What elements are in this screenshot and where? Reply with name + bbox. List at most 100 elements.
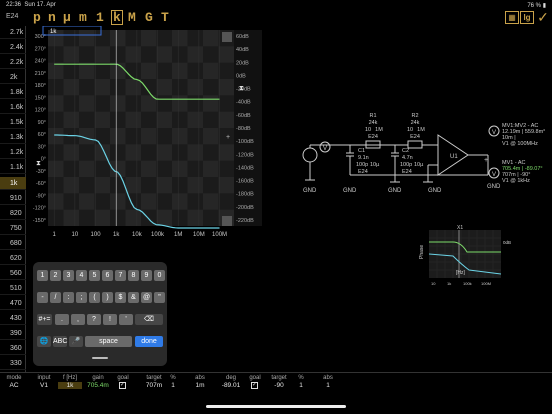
key-symbol[interactable]: ?	[87, 314, 101, 325]
home-indicator[interactable]	[206, 405, 346, 408]
phase-marker-icon[interactable]: ⧗	[36, 160, 41, 167]
bode-chart[interactable]: 300° 270° 240° 210° 180° 150° 120° 90° 60° 30° 0° -…	[26, 25, 264, 246]
key-backspace[interactable]: ⌫	[135, 314, 163, 325]
prefix-unit[interactable]: 1	[96, 10, 104, 25]
value-item[interactable]: 750	[0, 222, 26, 235]
value-item[interactable]: 2k	[0, 71, 26, 85]
resize-handle-icon[interactable]	[222, 216, 232, 226]
mini-bode-chart[interactable]: Phase X1 [Hz] 0dB 10 1k 100k 100M	[415, 224, 515, 294]
prefix-giga[interactable]: G	[145, 10, 153, 25]
value-item[interactable]: 510	[0, 282, 26, 295]
keyboard-grid-icon[interactable]: ▦	[505, 11, 519, 24]
abc-key[interactable]: ABC	[53, 336, 67, 347]
pin-icon[interactable]	[222, 32, 232, 42]
value-item[interactable]: 820	[0, 207, 26, 220]
mini-plot-svg[interactable]: Phase X1 [Hz] 0dB 10 1k 100k 100M	[415, 224, 515, 294]
key-symbol[interactable]: :	[63, 292, 74, 303]
prefix-pico[interactable]: p	[33, 10, 41, 25]
value-item[interactable]: 2.7k	[0, 26, 26, 39]
key-symbol[interactable]: &	[128, 292, 139, 303]
value-item[interactable]: 1.2k	[0, 146, 26, 160]
value-item[interactable]: 390	[0, 327, 26, 340]
key-digit[interactable]: 7	[115, 270, 126, 281]
value-target[interactable]: 707m	[142, 382, 166, 389]
key-digit[interactable]: 5	[89, 270, 100, 281]
key-digit[interactable]: 6	[102, 270, 113, 281]
key-digit[interactable]: 8	[128, 270, 139, 281]
value-mode[interactable]: AC	[0, 382, 28, 389]
prefix-micro[interactable]: µ	[63, 10, 71, 25]
key-digit[interactable]: 0	[154, 270, 165, 281]
key-symbol[interactable]: '	[119, 314, 133, 325]
prefix-kilo[interactable]: k	[111, 10, 123, 25]
value-item[interactable]: 330	[0, 357, 26, 371]
key-symbol[interactable]: "	[154, 292, 165, 303]
prefix-milli[interactable]: m	[79, 10, 87, 25]
done-button[interactable]: done	[135, 336, 163, 347]
value-item[interactable]: 680	[0, 237, 26, 250]
key-symbol[interactable]: !	[103, 314, 117, 325]
value-item[interactable]: 470	[0, 297, 26, 310]
value-item[interactable]: 2.4k	[0, 41, 26, 55]
key-digit[interactable]: 3	[63, 270, 74, 281]
y-left-tick-label: 120°	[35, 108, 46, 114]
value-item[interactable]: 1k	[0, 176, 26, 190]
goal-checkbox[interactable]: ✓	[119, 382, 126, 389]
key-digit[interactable]: 1	[37, 270, 48, 281]
value-abs[interactable]: 1	[318, 382, 338, 389]
value-gain[interactable]: 705.4m	[84, 382, 112, 389]
prefix-tera[interactable]: T	[161, 10, 169, 25]
prefix-nano[interactable]: n	[48, 10, 56, 25]
value-item[interactable]: 2.2k	[0, 56, 26, 70]
status-time: 22:36	[6, 2, 22, 8]
mic-key[interactable]: 🎤	[69, 336, 83, 347]
resistor-r2[interactable]	[407, 140, 423, 149]
value-item[interactable]: 910	[0, 192, 26, 205]
goal-checkbox[interactable]: ✓	[251, 382, 258, 389]
key-symbol[interactable]: /	[50, 292, 61, 303]
key-symbol[interactable]: (	[89, 292, 100, 303]
voltage-source-symbol[interactable]	[302, 147, 318, 163]
key-symbol[interactable]: .	[55, 314, 69, 325]
key-symbol[interactable]: #+=	[37, 314, 52, 325]
value-item[interactable]: 360	[0, 342, 26, 356]
value-input[interactable]: V1	[32, 382, 56, 389]
value-item[interactable]: 1.3k	[0, 131, 26, 145]
value-item[interactable]: 1.6k	[0, 101, 26, 115]
gain-marker-icon[interactable]: ⧗	[239, 85, 244, 92]
value-percent[interactable]: 1	[293, 382, 309, 389]
value-deg[interactable]: -89.01	[217, 382, 245, 389]
numeric-keyboard[interactable]: 1 2 3 4 5 6 7 8 9 0 - /:;() $ & @ " #+=.,?! ' ⌫ 🌐 ABC 🎤 space d…	[33, 262, 167, 366]
space-key[interactable]: space	[85, 336, 132, 347]
value-percent[interactable]: 1	[165, 382, 181, 389]
bode-plot-svg[interactable]: 300°270°240°210°180°150°120°90°60°30°0°-…	[26, 25, 264, 246]
value-item[interactable]: 1.8k	[0, 86, 26, 100]
key-digit[interactable]: 2	[50, 270, 61, 281]
value-item[interactable]: 430	[0, 312, 26, 325]
value-list[interactable]: 2.7k 2.4k 2.2k 2k 1.8k 1.6k 1.5k 1.3k 1.2k 1.1k 1k…	[0, 26, 26, 372]
crosshair-icon[interactable]: +	[226, 134, 230, 141]
globe-key[interactable]: 🌐	[37, 336, 51, 347]
key-symbol[interactable]: @	[141, 292, 152, 303]
grid-cell	[48, 193, 64, 210]
key-symbol[interactable]: -	[37, 292, 48, 303]
prefix-mega[interactable]: M	[128, 10, 136, 25]
keyboard-handle[interactable]	[92, 357, 108, 359]
key-symbol[interactable]: ;	[76, 292, 87, 303]
value-target[interactable]: -90	[268, 382, 290, 389]
confirm-check-icon[interactable]: ✓	[536, 10, 550, 24]
value-abs[interactable]: 1m	[190, 382, 210, 389]
lg-toggle-button[interactable]: lg	[520, 11, 534, 24]
value-item[interactable]: 560	[0, 267, 26, 280]
value-item[interactable]: 620	[0, 252, 26, 265]
schematic-svg[interactable]: GND V R1 24k 10 1M E24 R2 24k 10 1M E24 …	[288, 100, 552, 200]
key-digit[interactable]: 4	[76, 270, 87, 281]
key-symbol[interactable]: $	[115, 292, 126, 303]
key-symbol[interactable]: )	[102, 292, 113, 303]
value-item[interactable]: 1.1k	[0, 161, 26, 175]
key-symbol[interactable]: ,	[71, 314, 85, 325]
value-item[interactable]: 1.5k	[0, 116, 26, 130]
value-frequency[interactable]: 1k	[58, 382, 82, 389]
key-digit[interactable]: 9	[141, 270, 152, 281]
circuit-schematic[interactable]: GND V R1 24k 10 1M E24 R2 24k 10 1M E24 …	[288, 100, 552, 200]
